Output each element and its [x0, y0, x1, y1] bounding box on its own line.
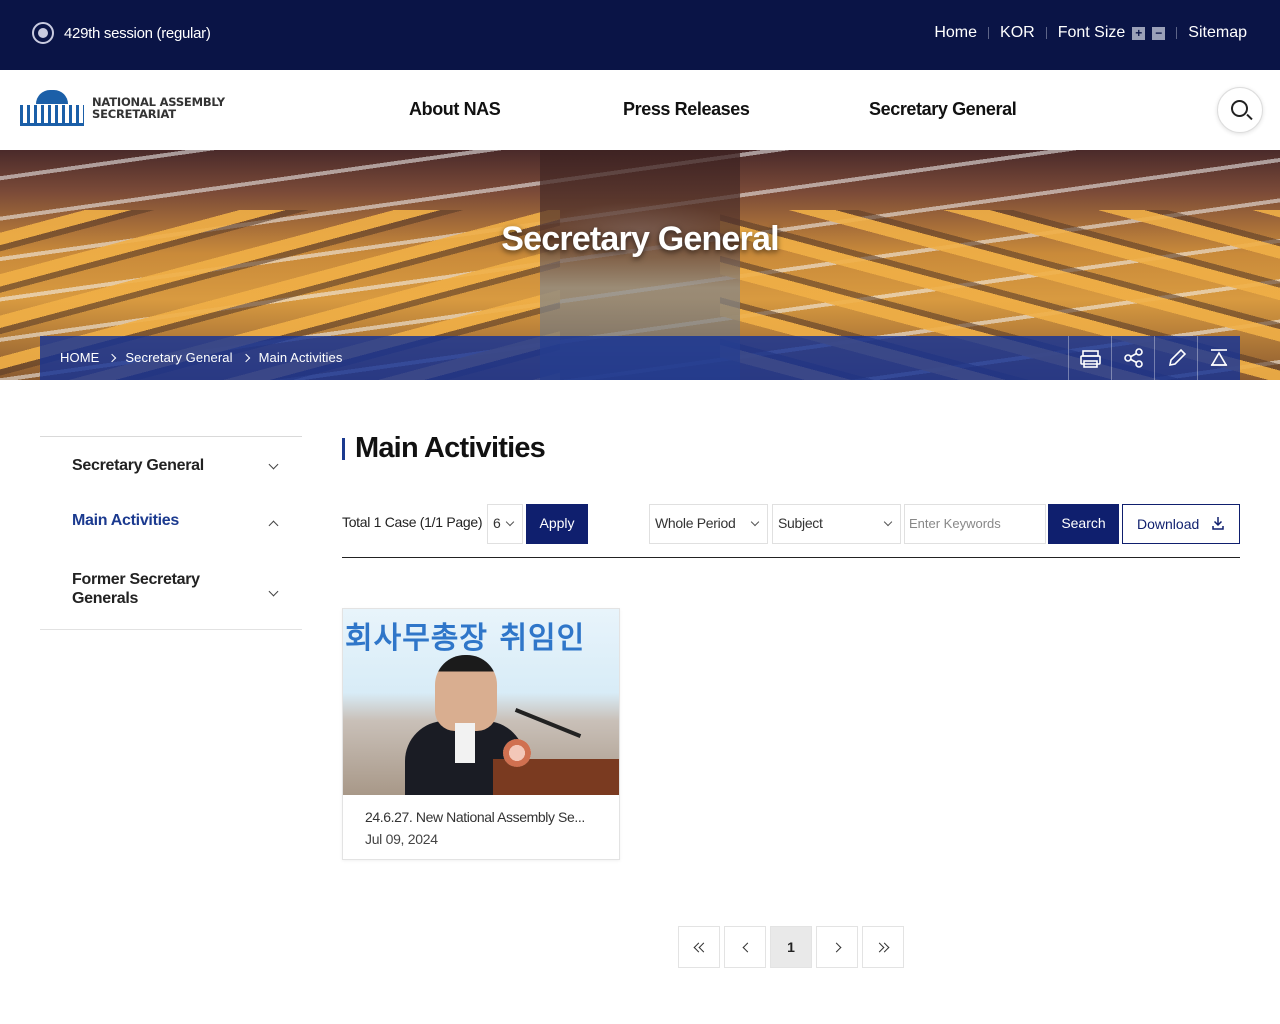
breadcrumb: HOME Secretary General Main Activities	[60, 350, 342, 365]
session-info: 429th session (regular)	[32, 22, 211, 44]
chevron-right-icon	[108, 353, 117, 362]
page-tools	[1068, 336, 1240, 380]
session-label: 429th session (regular)	[64, 24, 211, 42]
language-link[interactable]: KOR	[1000, 24, 1035, 42]
sidebar-menu: Secretary General Main Activities Former…	[40, 436, 302, 630]
chevron-down-icon	[268, 586, 279, 597]
per-page-value: 6	[493, 515, 501, 531]
breadcrumb-secretary-general[interactable]: Secretary General	[125, 350, 232, 365]
main-header: NATIONAL ASSEMBLY SECRETARIAT About NAS …	[0, 70, 1280, 150]
sidebar-item-former-secretary-generals[interactable]: Former Secretary Generals	[40, 553, 302, 629]
print-icon	[1080, 350, 1101, 368]
page-number-current[interactable]: 1	[770, 926, 812, 968]
next-page-button[interactable]	[816, 926, 858, 968]
nav-about-nas[interactable]: About NAS	[409, 99, 623, 120]
share-button[interactable]	[1111, 336, 1154, 380]
thumbnail-banner-text: 회사무총장 취임인	[345, 621, 586, 656]
logo-line-2: SECRETARIAT	[92, 107, 176, 121]
print-button[interactable]	[1068, 336, 1111, 380]
chevron-down-icon	[883, 517, 893, 527]
breadcrumb-home[interactable]: HOME	[60, 350, 99, 365]
download-icon	[1212, 517, 1224, 530]
edit-button[interactable]	[1154, 336, 1197, 380]
field-select[interactable]: Subject	[772, 504, 901, 544]
hero-banner: Secretary General HOME Secretary General…	[0, 150, 1280, 380]
card-date: Jul 09, 2024	[365, 831, 438, 847]
apply-button[interactable]: Apply	[526, 504, 588, 544]
search-submit-button[interactable]: Search	[1048, 504, 1119, 544]
breadcrumb-current: Main Activities	[258, 350, 343, 365]
search-button[interactable]	[1217, 87, 1263, 133]
gallery-card[interactable]: 회사무총장 취임인 24.6.27. New National Assembly…	[342, 608, 620, 860]
result-count: Total 1 Case (1/1 Page)	[342, 514, 483, 530]
card-thumbnail: 회사무총장 취임인	[343, 609, 619, 795]
download-label: Download	[1137, 516, 1200, 532]
sidebar-item-label: Secretary General	[72, 457, 204, 474]
pagination: 1	[678, 926, 904, 968]
title-accent-bar	[342, 437, 345, 460]
period-value: Whole Period	[655, 515, 736, 531]
sitemap-link[interactable]: Sitemap	[1188, 24, 1247, 42]
sidebar-item-secretary-general[interactable]: Secretary General	[40, 437, 302, 495]
chevron-down-icon	[268, 459, 279, 470]
keyword-input[interactable]: Enter Keywords	[904, 504, 1046, 544]
font-increase-icon[interactable]: +	[1132, 26, 1146, 40]
chevron-down-icon	[505, 517, 515, 527]
period-select[interactable]: Whole Period	[649, 504, 768, 544]
site-logo[interactable]: NATIONAL ASSEMBLY SECRETARIAT	[20, 90, 225, 126]
divider	[1045, 27, 1047, 39]
sidebar-item-label: Main Activities	[72, 512, 179, 529]
card-info: 24.6.27. New National Assembly Se... Jul…	[365, 809, 605, 847]
sidebar-item-main-activities[interactable]: Main Activities	[40, 495, 302, 553]
chevron-down-icon	[750, 517, 760, 527]
nav-secretary-general[interactable]: Secretary General	[869, 99, 1017, 120]
download-button[interactable]: Download	[1122, 504, 1240, 544]
font-size-control: Font Size + −	[1058, 24, 1166, 42]
scroll-top-button[interactable]	[1197, 336, 1240, 380]
card-title[interactable]: 24.6.27. New National Assembly Se...	[365, 809, 605, 825]
divider	[1176, 27, 1178, 39]
chevron-up-icon	[268, 520, 279, 531]
scroll-top-icon	[1210, 349, 1228, 366]
sidebar-item-label: Former Secretary Generals	[72, 571, 200, 607]
logo-text: NATIONAL ASSEMBLY SECRETARIAT	[92, 96, 225, 120]
page-heading: Main Activities	[355, 432, 546, 464]
assembly-emblem-icon	[32, 22, 54, 44]
chevron-right-icon	[241, 353, 250, 362]
last-page-button[interactable]	[862, 926, 904, 968]
hero-title: Secretary General	[501, 220, 779, 258]
font-size-label: Font Size	[1057, 24, 1126, 41]
assembly-building-icon	[20, 90, 84, 126]
first-page-button[interactable]	[678, 926, 720, 968]
main-nav: About NAS Press Releases Secretary Gener…	[409, 99, 1017, 120]
font-decrease-icon[interactable]: −	[1152, 26, 1166, 40]
prev-page-button[interactable]	[724, 926, 766, 968]
page-title: Main Activities	[342, 432, 546, 465]
utility-links: Home KOR Font Size + − Sitemap	[934, 24, 1247, 42]
nav-press-releases[interactable]: Press Releases	[623, 99, 869, 120]
divider	[988, 27, 990, 39]
edit-icon	[1168, 348, 1187, 367]
share-icon	[1124, 348, 1143, 368]
field-value: Subject	[778, 515, 823, 531]
breadcrumb-bar: HOME Secretary General Main Activities	[40, 336, 1240, 380]
home-link[interactable]: Home	[934, 24, 977, 42]
chevron-right-icon	[831, 942, 842, 953]
filter-bar: Total 1 Case (1/1 Page) 6 Apply Whole Pe…	[342, 504, 1240, 558]
chevron-left-icon	[742, 942, 753, 953]
top-utility-bar: 429th session (regular) Home KOR Font Si…	[0, 0, 1280, 70]
per-page-select[interactable]: 6	[487, 504, 523, 544]
